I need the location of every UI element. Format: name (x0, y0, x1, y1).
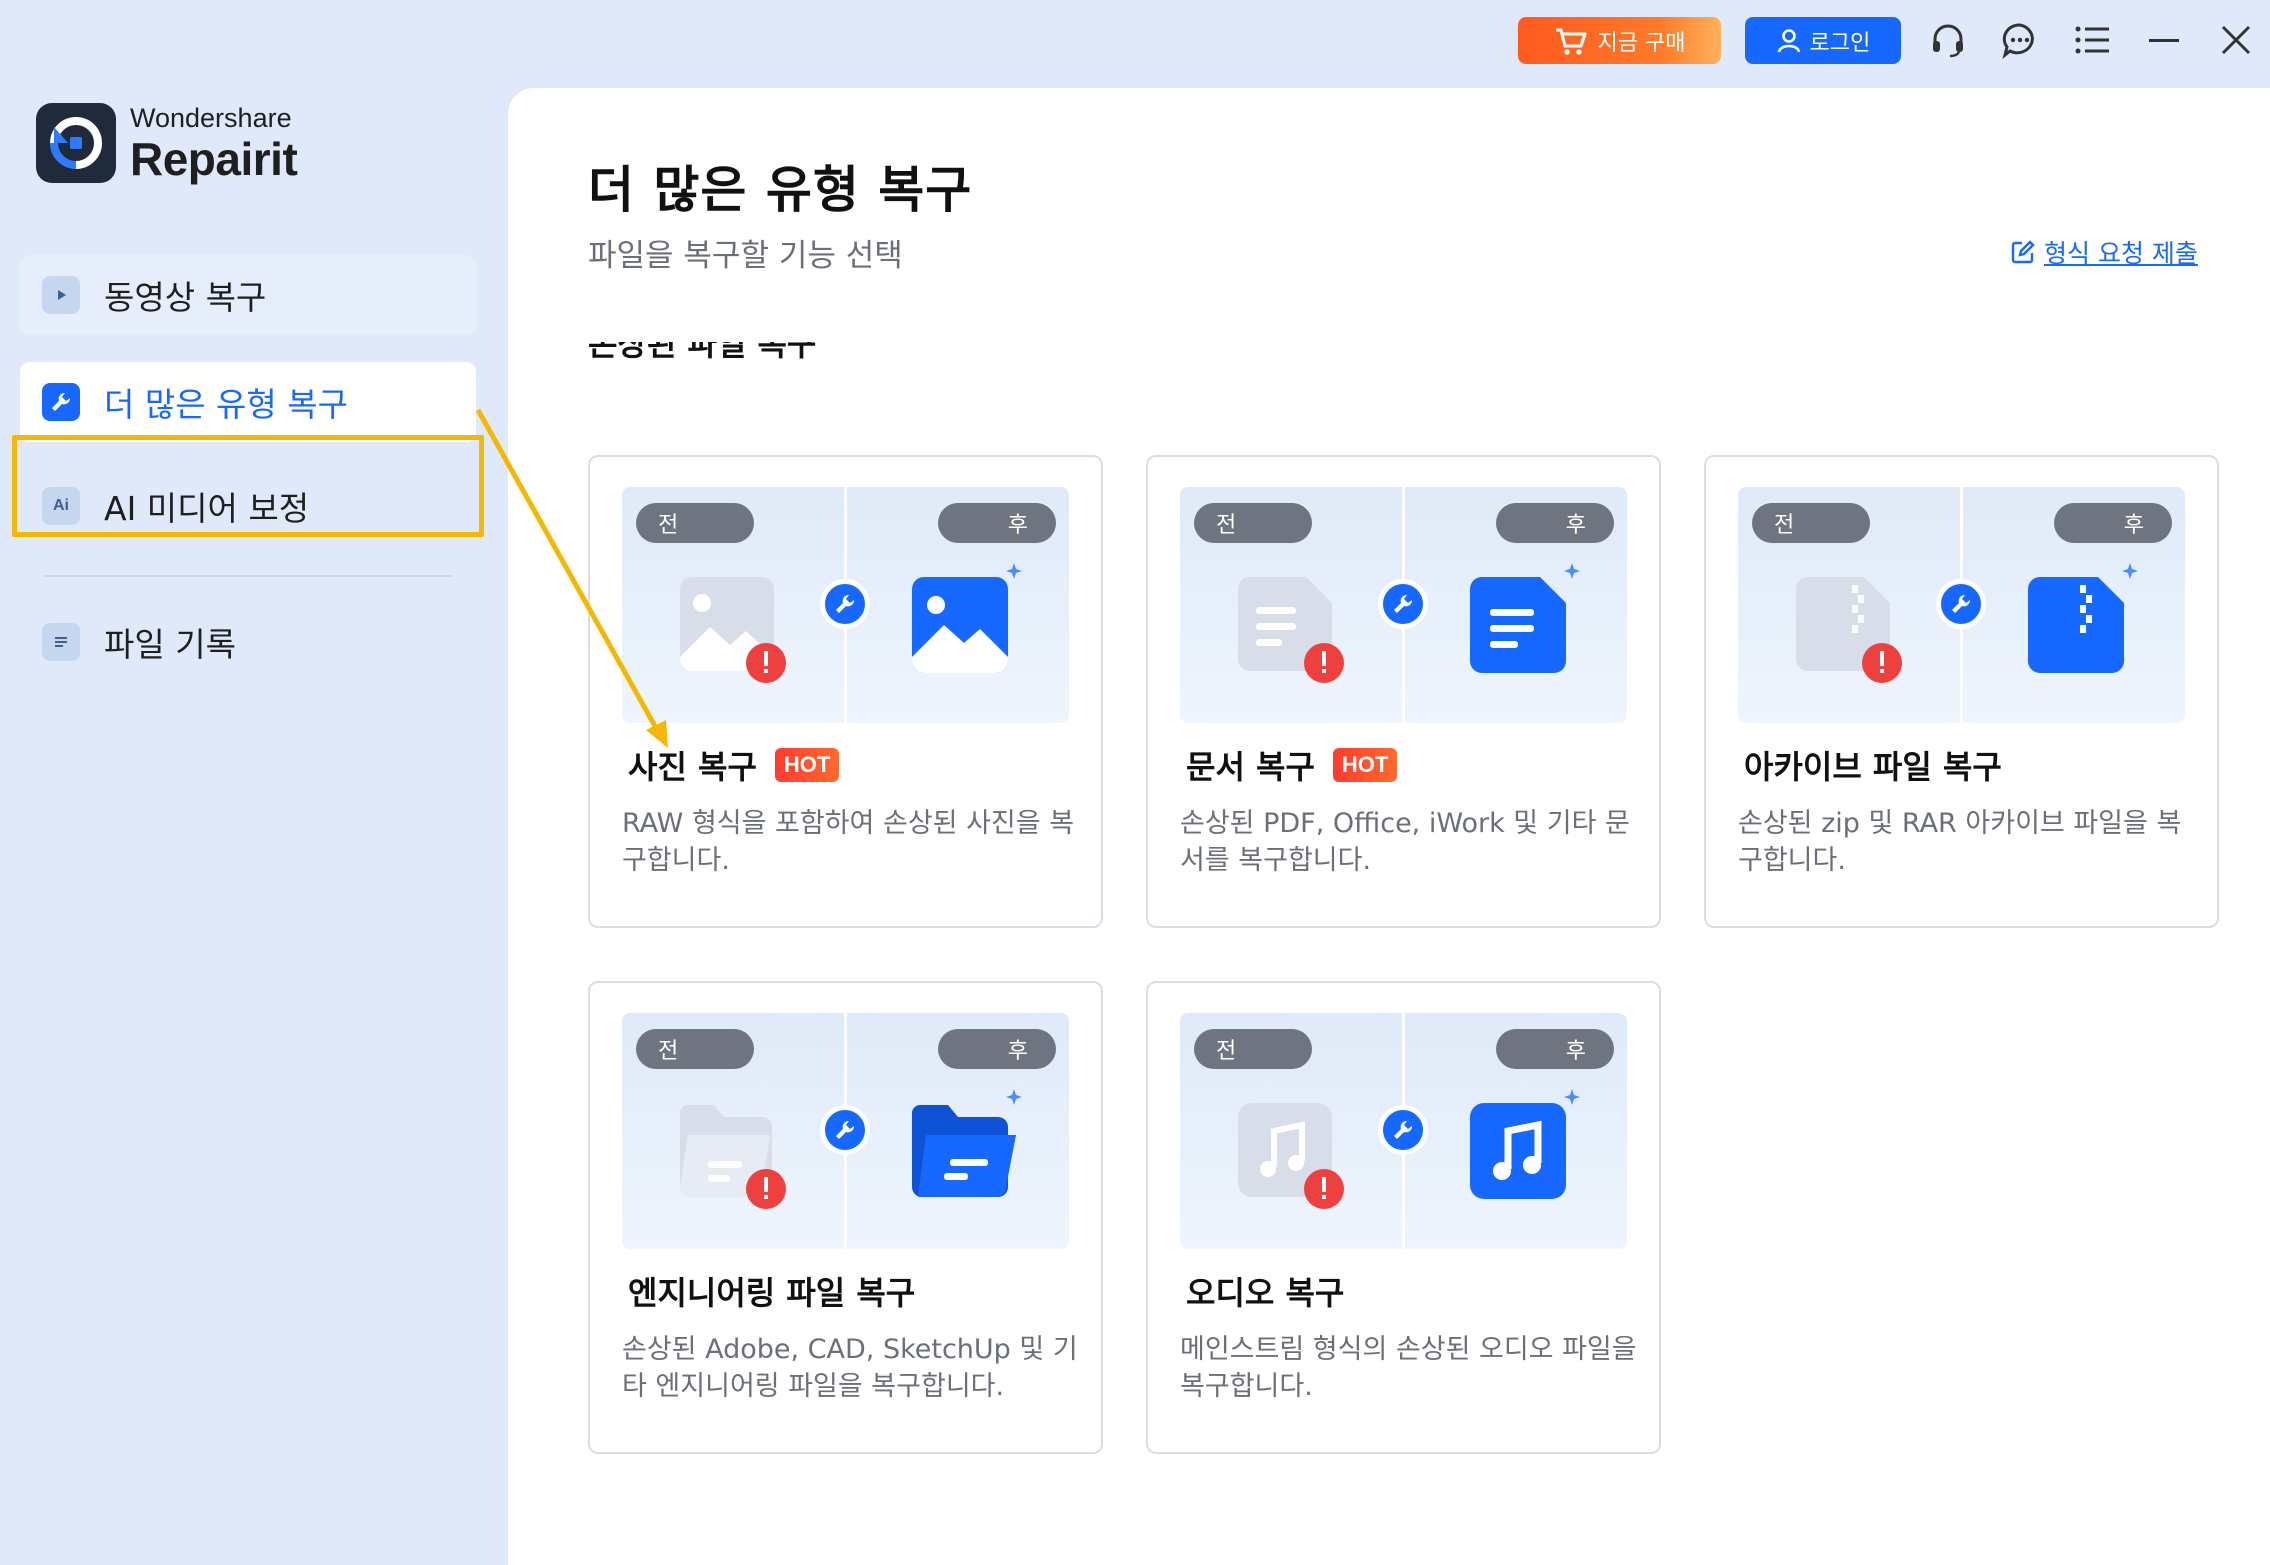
close-icon[interactable] (2214, 18, 2258, 62)
audio-repair-card[interactable]: 전 후 오디오 복구 메인스트림 형식의 손상된 오디오 파일을 복구합니다. (1146, 981, 1661, 1454)
sidebar-item-file-history[interactable]: 파일 기록 (20, 602, 476, 682)
card-title: 문서 복구 (1186, 748, 1315, 786)
edit-icon (2011, 240, 2035, 264)
page-title: 더 많은 유형 복구 (588, 161, 973, 219)
repaired-document-icon (1470, 563, 1580, 673)
file-list-icon (42, 623, 80, 661)
annotation-highlight-box (12, 435, 484, 537)
buy-now-button[interactable]: 지금 구매 (1518, 17, 1721, 64)
repaired-audio-icon (1470, 1089, 1580, 1199)
document-repair-card[interactable]: 전 후 문서 복구 HOT 손상된 PDF, Office, iWork 및 기… (1146, 455, 1661, 928)
brand-company: Wondershare (130, 102, 292, 133)
sidebar-item-more-types[interactable]: 더 많은 유형 복구 (20, 362, 476, 442)
hot-badge: HOT (1332, 748, 1398, 782)
login-button[interactable]: 로그인 (1745, 17, 1901, 64)
before-badge: 전 (636, 1029, 754, 1069)
sidebar-divider (44, 575, 452, 577)
brand: Wondershare Repairit (36, 102, 298, 185)
main-panel: 더 많은 유형 복구 파일을 복구할 기능 선택 형식 요청 제출 손상된 파일… (508, 88, 2270, 1565)
user-icon (1777, 28, 1800, 52)
repair-wrench-icon (820, 579, 870, 629)
broken-folder-icon (680, 1105, 786, 1209)
repairit-logo-icon (36, 103, 116, 183)
format-request-label: 형식 요청 제출 (2044, 239, 2198, 268)
engineering-repair-card[interactable]: 전 후 엔지니어링 파일 복구 손상된 Adobe, CAD, SketchUp… (588, 981, 1103, 1454)
sidebar: Wondershare Repairit 동영상 복구 더 많은 유형 복구 A… (0, 85, 508, 1565)
before-after-visual: 전 후 (622, 487, 1069, 723)
cart-icon (1555, 28, 1587, 55)
sidebar-item-label: 동영상 복구 (104, 278, 267, 317)
before-after-visual: 전 후 (1180, 1013, 1627, 1249)
before-badge: 전 (636, 503, 754, 543)
card-description: 손상된 PDF, Office, iWork 및 기타 문서를 복구합니다. (1180, 808, 1630, 876)
card-description: 손상된 Adobe, CAD, SketchUp 및 기타 엔지니어링 파일을 … (622, 1334, 1078, 1402)
photo-repair-card[interactable]: 전 후 사진 복구 HOT RAW 형식을 포함하여 손상된 사진을 복구합니다… (588, 455, 1103, 928)
before-badge: 전 (1752, 503, 1870, 543)
broken-photo-icon (680, 577, 786, 683)
card-title: 사진 복구 (628, 748, 757, 786)
sidebar-item-label: 파일 기록 (104, 625, 236, 664)
archive-repair-card[interactable]: 전 후 아카이브 파일 복구 손상된 zip 및 RAR 아카이브 파일을 복구… (1704, 455, 2219, 928)
chat-icon[interactable] (1998, 18, 2042, 62)
buy-now-label: 지금 구매 (1597, 30, 1686, 56)
login-label: 로그인 (1809, 30, 1871, 56)
repaired-photo-icon (912, 563, 1022, 673)
before-after-visual: 전 후 (1180, 487, 1627, 723)
repair-wrench-icon (820, 1105, 870, 1155)
card-description: 메인스트림 형식의 손상된 오디오 파일을 복구합니다. (1180, 1334, 1637, 1402)
repaired-archive-icon (2028, 563, 2138, 673)
after-badge: 후 (2054, 503, 2172, 543)
before-after-visual: 전 후 (1738, 487, 2185, 723)
before-badge: 전 (1194, 503, 1312, 543)
sidebar-item-label: 더 많은 유형 복구 (104, 385, 348, 424)
title-bar: 지금 구매 로그인 (0, 0, 2270, 85)
format-request-link[interactable]: 형식 요청 제출 (2010, 234, 2198, 270)
repair-wrench-icon (1936, 579, 1986, 629)
section-label: 손상된 파일 복구 (588, 342, 817, 363)
repair-wrench-icon (1378, 1105, 1428, 1155)
repaired-folder-icon (912, 1089, 1022, 1197)
video-icon (42, 276, 80, 314)
brand-product: Repairit (130, 132, 298, 185)
after-badge: 후 (938, 1029, 1056, 1069)
before-badge: 전 (1194, 1029, 1312, 1069)
broken-document-icon (1238, 577, 1344, 683)
card-title: 오디오 복구 (1186, 1274, 1345, 1312)
menu-list-icon[interactable] (2070, 18, 2114, 62)
card-title: 아카이브 파일 복구 (1744, 748, 2002, 786)
card-title: 엔지니어링 파일 복구 (628, 1274, 916, 1312)
hot-badge: HOT (774, 748, 840, 782)
headset-icon[interactable] (1926, 18, 1970, 62)
repair-wrench-icon (1378, 579, 1428, 629)
after-badge: 후 (1496, 503, 1614, 543)
broken-archive-icon (1796, 577, 1902, 683)
sidebar-item-video-repair[interactable]: 동영상 복구 (20, 255, 476, 335)
minimize-icon[interactable] (2142, 18, 2186, 62)
after-badge: 후 (938, 503, 1056, 543)
before-after-visual: 전 후 (622, 1013, 1069, 1249)
card-description: 손상된 zip 및 RAR 아카이브 파일을 복구합니다. (1738, 808, 2182, 876)
page-subtitle: 파일을 복구할 기능 선택 (588, 238, 903, 274)
wrench-icon (42, 383, 80, 421)
after-badge: 후 (1496, 1029, 1614, 1069)
card-description: RAW 형식을 포함하여 손상된 사진을 복구합니다. (622, 808, 1075, 876)
broken-audio-icon (1238, 1103, 1344, 1209)
